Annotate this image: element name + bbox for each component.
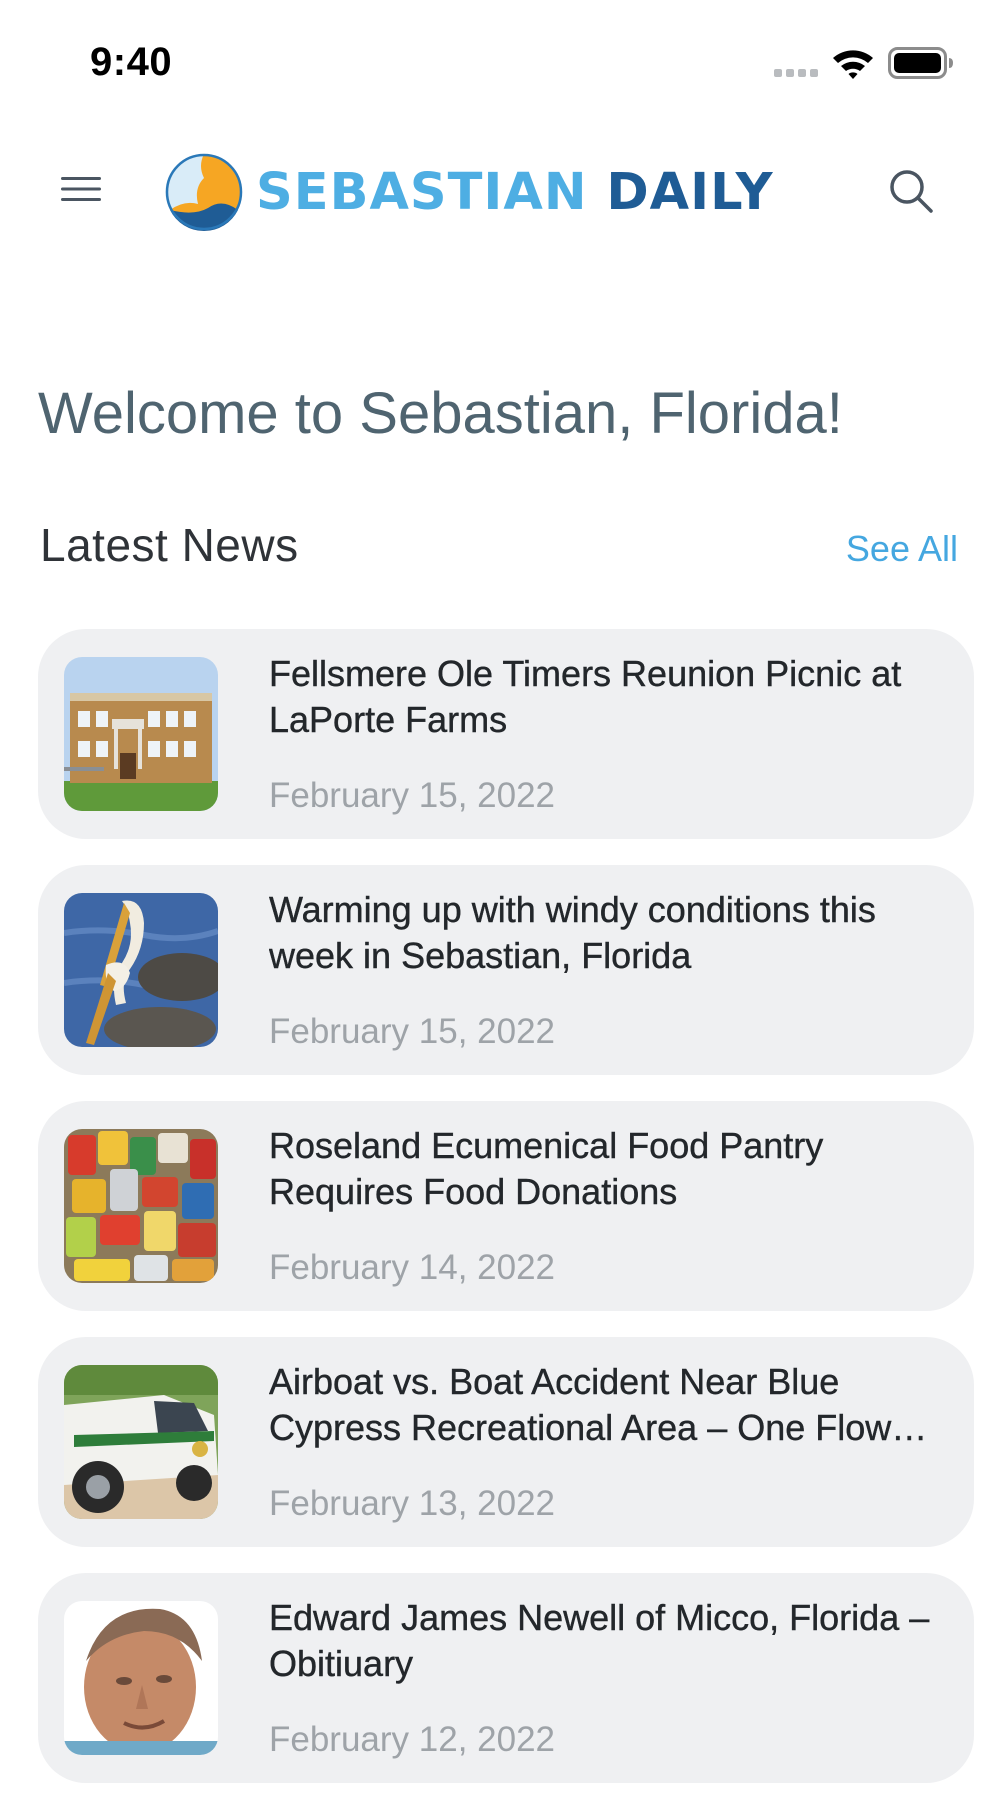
news-title: Airboat vs. Boat Accident Near Blue Cypr… bbox=[269, 1361, 928, 1448]
news-card[interactable]: Airboat vs. Boat Accident Near Blue Cypr… bbox=[38, 1337, 974, 1547]
news-date: February 15, 2022 bbox=[269, 776, 556, 815]
search-icon bbox=[890, 170, 933, 213]
latest-news-heading: Latest News bbox=[40, 519, 299, 571]
news-thumbnail bbox=[64, 893, 218, 1047]
school-building-photo bbox=[64, 657, 218, 811]
news-thumbnail bbox=[64, 1365, 218, 1519]
news-thumbnail bbox=[64, 1129, 218, 1283]
wifi-icon bbox=[833, 50, 873, 79]
news-thumbnail bbox=[64, 1601, 218, 1755]
news-card[interactable]: Fellsmere Ole Timers Reunion Picnic at L… bbox=[38, 629, 974, 839]
pelicans-photo bbox=[64, 893, 218, 1047]
news-date: February 14, 2022 bbox=[269, 1248, 556, 1287]
news-date: February 12, 2022 bbox=[269, 1720, 556, 1759]
news-title: Fellsmere Ole Timers Reunion Picnic at L… bbox=[269, 653, 902, 740]
news-list: Fellsmere Ole Timers Reunion Picnic at L… bbox=[38, 629, 974, 1809]
news-title: Roseland Ecumenical Food Pantry Requires… bbox=[269, 1125, 824, 1212]
status-time: 9:40 bbox=[90, 40, 173, 84]
news-title: Edward James Newell of Micco, Florida – … bbox=[269, 1597, 930, 1684]
news-thumbnail bbox=[64, 657, 218, 811]
app-header: SEBASTIAN DAILY bbox=[0, 124, 1000, 264]
logo-word-2: DAILY bbox=[606, 162, 774, 222]
status-bar: 9:40 bbox=[0, 0, 1000, 124]
news-date: February 15, 2022 bbox=[269, 1012, 556, 1051]
canned-food-photo bbox=[64, 1129, 218, 1283]
news-card[interactable]: Edward James Newell of Micco, Florida – … bbox=[38, 1573, 974, 1783]
news-title: Warming up with windy conditions this we… bbox=[269, 889, 876, 976]
news-card[interactable]: Warming up with windy conditions this we… bbox=[38, 865, 974, 1075]
fwc-truck-photo bbox=[64, 1365, 218, 1519]
welcome-title: Welcome to Sebastian, Florida! bbox=[38, 381, 843, 446]
logo-word-1: SEBASTIAN bbox=[256, 162, 588, 222]
hamburger-menu-icon bbox=[61, 177, 101, 201]
news-date: February 13, 2022 bbox=[269, 1484, 556, 1523]
cellular-signal-icon bbox=[774, 69, 818, 77]
logo-text: SEBASTIAN DAILY bbox=[256, 167, 774, 218]
news-card[interactable]: Roseland Ecumenical Food Pantry Requires… bbox=[38, 1101, 974, 1311]
logo: SEBASTIAN DAILY bbox=[164, 150, 774, 234]
logo-mark-icon bbox=[165, 153, 243, 232]
search-button[interactable] bbox=[882, 162, 940, 220]
see-all-link[interactable]: See All bbox=[846, 528, 958, 570]
portrait-photo bbox=[64, 1601, 218, 1755]
battery-icon bbox=[888, 47, 953, 79]
menu-button[interactable] bbox=[52, 160, 110, 218]
